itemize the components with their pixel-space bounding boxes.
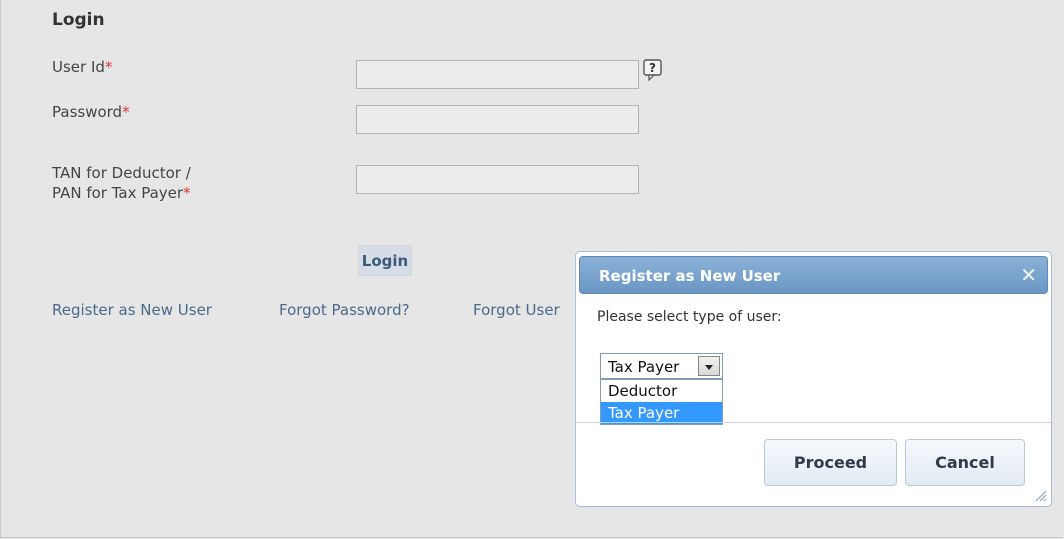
forgot-user-link[interactable]: Forgot User bbox=[473, 301, 560, 319]
user-id-input[interactable] bbox=[356, 60, 639, 89]
option-deductor[interactable]: Deductor bbox=[601, 380, 722, 402]
forgot-password-link[interactable]: Forgot Password? bbox=[279, 301, 410, 319]
question-icon[interactable]: ? bbox=[643, 59, 663, 81]
svg-text:?: ? bbox=[649, 61, 656, 75]
user-type-prompt: Please select type of user: bbox=[597, 309, 782, 325]
register-dialog: Register as New User ✕ Please select typ… bbox=[575, 251, 1052, 507]
cancel-button[interactable]: Cancel bbox=[905, 439, 1025, 486]
register-new-user-link[interactable]: Register as New User bbox=[52, 301, 212, 319]
close-icon[interactable]: ✕ bbox=[1020, 263, 1037, 287]
option-tax-payer[interactable]: Tax Payer bbox=[601, 402, 722, 424]
chevron-down-icon[interactable] bbox=[698, 356, 720, 376]
select-value: Tax Payer bbox=[608, 358, 680, 376]
dialog-separator bbox=[576, 422, 1051, 423]
user-type-select[interactable]: Tax Payer bbox=[600, 353, 723, 379]
password-label: Password* bbox=[52, 103, 130, 121]
tan-label-line1: TAN for Deductor / bbox=[52, 164, 191, 182]
tan-pan-input[interactable] bbox=[356, 165, 639, 194]
user-type-dropdown-list: Deductor Tax Payer bbox=[600, 379, 723, 425]
dialog-title: Register as New User bbox=[599, 267, 781, 285]
required-marker: * bbox=[122, 103, 130, 121]
required-marker: * bbox=[183, 184, 191, 202]
password-input[interactable] bbox=[356, 105, 639, 134]
tan-label-line2: PAN for Tax Payer bbox=[52, 184, 184, 202]
dialog-header[interactable]: Register as New User ✕ bbox=[579, 256, 1048, 294]
proceed-button[interactable]: Proceed bbox=[764, 439, 897, 486]
user-id-label: User Id* bbox=[52, 58, 113, 76]
required-marker: * bbox=[104, 58, 113, 76]
login-title: Login bbox=[52, 10, 105, 30]
tan-pan-label: TAN for Deductor / PAN for Tax Payer* bbox=[52, 163, 191, 203]
resize-handle-icon[interactable] bbox=[1033, 488, 1047, 502]
login-button[interactable]: Login bbox=[358, 245, 412, 276]
